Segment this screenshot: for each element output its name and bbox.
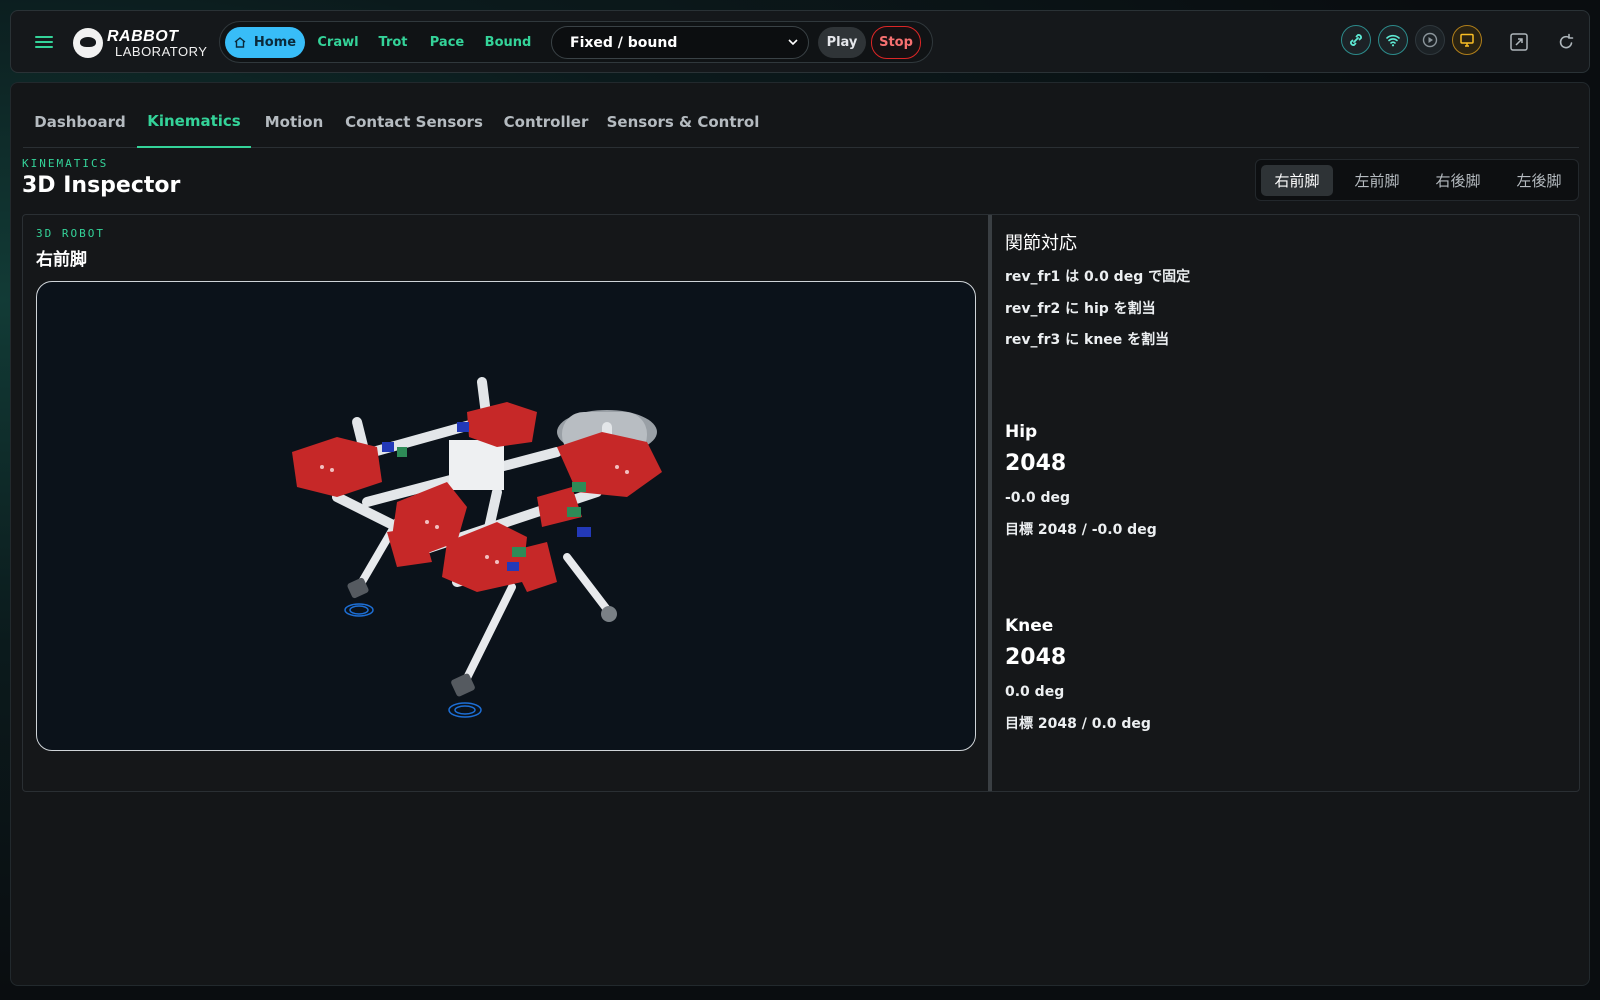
hamburger-menu-icon[interactable] bbox=[35, 33, 53, 51]
page-title: 3D Inspector bbox=[22, 173, 181, 198]
logo-line1: RABBOT bbox=[107, 27, 179, 45]
section-eyebrow: KINEMATICS bbox=[22, 157, 109, 170]
home-label: Home bbox=[253, 35, 297, 50]
tab-bar: Dashboard Kinematics Motion Contact Sens… bbox=[23, 95, 1579, 148]
stop-button[interactable]: Stop bbox=[871, 26, 921, 59]
robot-eyebrow: 3D ROBOT bbox=[36, 227, 105, 240]
tab-dashboard[interactable]: Dashboard bbox=[23, 95, 137, 148]
logo-line2: LABORATORY bbox=[115, 43, 208, 59]
hip-deg: -0.0 deg bbox=[1005, 490, 1071, 506]
gait-pace-button[interactable]: Pace bbox=[422, 27, 472, 58]
gait-bound-button[interactable]: Bound bbox=[478, 27, 538, 58]
joint-mapping-title: 関節対応 bbox=[1005, 233, 1077, 254]
joint-mapping-line: rev_fr2 に hip を割当 bbox=[1005, 301, 1156, 317]
wifi-icon[interactable] bbox=[1378, 25, 1408, 55]
joint-mapping-line: rev_fr3 に knee を割当 bbox=[1005, 332, 1170, 348]
joint-panel: 関節対応 rev_fr1 は 0.0 deg で固定 rev_fr2 に hip… bbox=[1005, 215, 1565, 791]
hip-value: 2048 bbox=[1005, 451, 1067, 476]
knee-value: 2048 bbox=[1005, 645, 1067, 670]
leg-button-rear-left[interactable]: 左後脚 bbox=[1503, 165, 1575, 196]
top-bar: RABBOT LABORATORY Home Crawl Trot Pace B… bbox=[10, 10, 1590, 73]
home-icon bbox=[234, 37, 246, 48]
joint-mapping-line: rev_fr1 は 0.0 deg で固定 bbox=[1005, 269, 1191, 285]
leg-selector: 右前脚 左前脚 右後脚 左後脚 bbox=[1255, 159, 1579, 201]
leg-button-rear-right[interactable]: 右後脚 bbox=[1422, 165, 1494, 196]
gait-trot-button[interactable]: Trot bbox=[370, 27, 416, 58]
leg-button-front-right[interactable]: 右前脚 bbox=[1261, 165, 1333, 196]
inspector-panel: 3D ROBOT 右前脚 関節対応 rev_fr1 は 0.0 deg で固定 … bbox=[22, 214, 1580, 792]
play-button[interactable]: Play bbox=[818, 27, 866, 58]
tab-kinematics[interactable]: Kinematics bbox=[137, 95, 251, 148]
knee-label: Knee bbox=[1005, 616, 1054, 636]
link-icon[interactable] bbox=[1341, 25, 1371, 55]
expand-icon[interactable] bbox=[1508, 31, 1530, 53]
contact-rings bbox=[344, 603, 482, 718]
logo: RABBOT LABORATORY bbox=[73, 25, 209, 61]
mode-select-value: Fixed / bound bbox=[570, 34, 678, 51]
status-indicators bbox=[1341, 25, 1482, 55]
tab-contact-sensors[interactable]: Contact Sensors bbox=[337, 95, 491, 148]
robot-3d-viewport[interactable] bbox=[36, 281, 976, 751]
refresh-icon[interactable] bbox=[1555, 31, 1577, 53]
robot-panel: 3D ROBOT 右前脚 bbox=[23, 215, 988, 791]
robot-3d-model bbox=[292, 377, 662, 718]
leg-button-front-left[interactable]: 左前脚 bbox=[1341, 165, 1413, 196]
main-panel: Dashboard Kinematics Motion Contact Sens… bbox=[10, 82, 1590, 986]
knee-deg: 0.0 deg bbox=[1005, 684, 1065, 700]
robot-feet bbox=[347, 577, 617, 697]
gait-toolbar: Home Crawl Trot Pace Bound Fixed / bound… bbox=[219, 21, 933, 63]
hip-label: Hip bbox=[1005, 422, 1038, 442]
gait-crawl-button[interactable]: Crawl bbox=[310, 27, 366, 58]
tab-sensors-control[interactable]: Sensors & Control bbox=[601, 95, 765, 148]
robot-leg-title: 右前脚 bbox=[36, 250, 87, 270]
chevron-down-icon bbox=[788, 39, 798, 46]
tab-controller[interactable]: Controller bbox=[491, 95, 601, 148]
tab-motion[interactable]: Motion bbox=[251, 95, 337, 148]
play-circle-icon[interactable] bbox=[1415, 25, 1445, 55]
hip-target: 目標 2048 / -0.0 deg bbox=[1005, 522, 1157, 538]
panel-splitter[interactable] bbox=[988, 215, 992, 791]
home-button[interactable]: Home bbox=[225, 27, 305, 58]
knee-target: 目標 2048 / 0.0 deg bbox=[1005, 716, 1151, 732]
monitor-icon[interactable] bbox=[1452, 25, 1482, 55]
mode-select[interactable]: Fixed / bound bbox=[551, 26, 809, 59]
rabbit-logo-icon bbox=[73, 28, 103, 58]
